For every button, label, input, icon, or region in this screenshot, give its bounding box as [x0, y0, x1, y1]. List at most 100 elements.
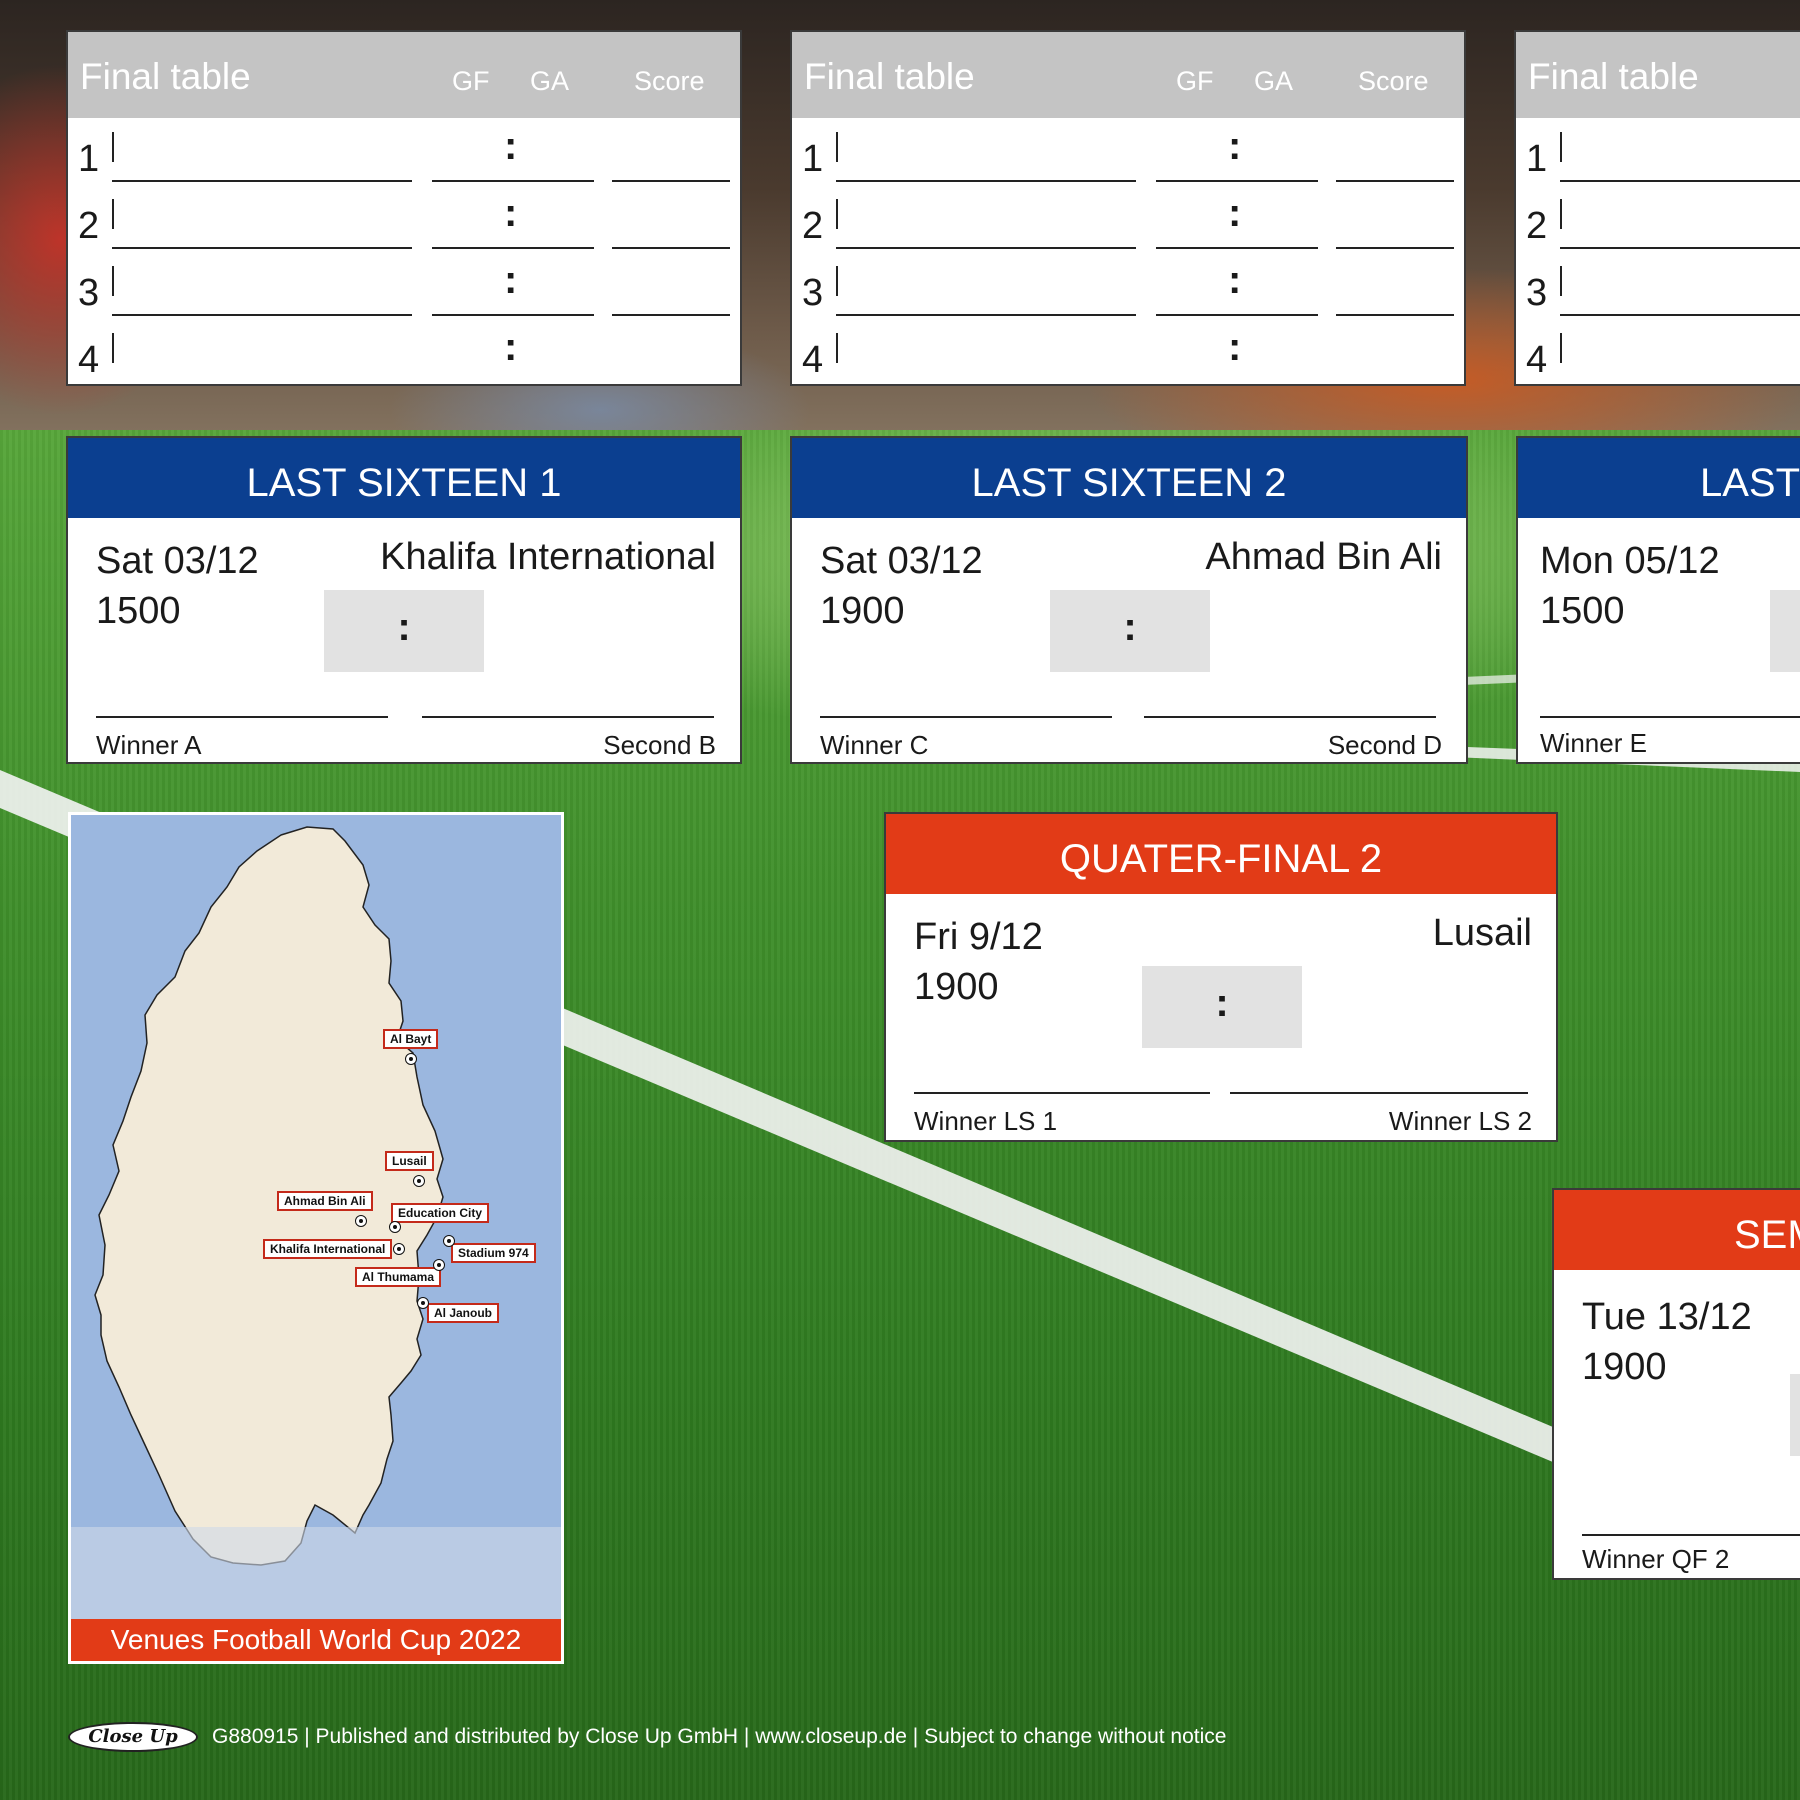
team-name-field[interactable] [836, 180, 1136, 182]
table-row[interactable]: 4 : [68, 319, 740, 384]
gf-column-header: GF [452, 66, 490, 96]
table-row[interactable]: 1 : [68, 118, 740, 185]
venue-label: Khalifa International [263, 1239, 393, 1259]
score-field[interactable] [612, 314, 730, 316]
goals-separator: : [1228, 258, 1242, 302]
goals-field[interactable] [432, 314, 594, 316]
football-icon [405, 1053, 417, 1065]
score-box[interactable] [1770, 590, 1800, 672]
goals-field[interactable] [1156, 314, 1318, 316]
goals-separator: : [504, 258, 518, 302]
team-name-field[interactable] [836, 247, 1136, 249]
score-field[interactable] [1336, 314, 1454, 316]
rank-number: 3 [78, 272, 100, 314]
goals-field[interactable] [1156, 247, 1318, 249]
match-datetime: Tue 13/12 1900 [1582, 1292, 1752, 1392]
last-sixteen-2-card: LAST SIXTEEN 2 Sat 03/12 1900 Ahmad Bin … [790, 436, 1468, 764]
score-box[interactable]: : [1050, 590, 1210, 672]
rank-number: 1 [1526, 138, 1548, 180]
team-right-field[interactable] [1230, 1092, 1528, 1094]
table-row[interactable]: 1 [1516, 118, 1800, 185]
score-field[interactable] [612, 247, 730, 249]
team-name-field[interactable] [112, 314, 412, 316]
goals-separator: : [1228, 124, 1242, 168]
football-icon [417, 1297, 429, 1309]
match-time: 1900 [914, 966, 999, 1008]
match-venue: Ahmad Bin Ali [1205, 536, 1442, 578]
match-time: 1500 [96, 590, 181, 632]
table-row[interactable]: 3 : [68, 252, 740, 319]
table-row[interactable]: 4 [1516, 319, 1800, 384]
team-right-label: Second B [603, 730, 716, 760]
final-table-3: Final table 1 2 3 4 [1514, 30, 1800, 386]
venue-label: Education City [391, 1203, 490, 1223]
rank-number: 1 [802, 138, 824, 180]
team-name-field[interactable] [1560, 180, 1800, 182]
score-box[interactable]: : [324, 590, 484, 672]
score-box[interactable]: : [1142, 966, 1302, 1048]
team-left-label: Winner QF 2 [1582, 1544, 1730, 1574]
table-row[interactable]: 1 : [792, 118, 1464, 185]
team-left-field[interactable] [1540, 716, 1800, 718]
team-left-label: Winner C [820, 730, 929, 760]
goals-field[interactable] [432, 180, 594, 182]
score-field[interactable] [1336, 180, 1454, 182]
goals-separator: : [1228, 325, 1242, 369]
final-table-title: Final table [804, 56, 975, 97]
team-left-field[interactable] [96, 716, 388, 718]
venues-map: Al Bayt Lusail Ahmad Bin Ali Education C… [68, 812, 564, 1664]
score-field[interactable] [1336, 247, 1454, 249]
match-date: Sat 03/12 [96, 540, 259, 582]
football-icon [413, 1175, 425, 1187]
team-left-field[interactable] [1582, 1534, 1800, 1536]
team-name-field[interactable] [112, 180, 412, 182]
table-row[interactable]: 2 : [68, 185, 740, 252]
table-row[interactable]: 3 : [792, 252, 1464, 319]
football-icon [433, 1259, 445, 1271]
semi-final-card: SEM Tue 13/12 1900 Winner QF 2 [1552, 1188, 1800, 1580]
close-up-logo: Close Up [68, 1722, 198, 1752]
venue-label: Lusail [385, 1151, 434, 1171]
table-row[interactable]: 4 : [792, 319, 1464, 384]
table-row[interactable]: 2 : [792, 185, 1464, 252]
goals-field[interactable] [1156, 180, 1318, 182]
venue-label: Ahmad Bin Ali [277, 1191, 373, 1211]
team-name-field[interactable] [836, 314, 1136, 316]
rank-number: 3 [1526, 272, 1548, 314]
gf-column-header: GF [1176, 66, 1214, 96]
rank-number: 2 [802, 205, 824, 247]
final-table-header: Final table GF GA Score [792, 32, 1464, 118]
qatar-landmass [94, 826, 444, 1566]
match-title: LAST SIXTEEN 2 [792, 438, 1466, 518]
final-table-1: Final table GF GA Score 1 : 2 : 3 : 4 : [66, 30, 742, 386]
venue-label: Al Bayt [383, 1029, 439, 1049]
table-row[interactable]: 2 [1516, 185, 1800, 252]
match-venue: Lusail [1432, 912, 1532, 954]
rank-number: 2 [78, 205, 100, 247]
football-icon [443, 1235, 455, 1247]
score-field[interactable] [612, 180, 730, 182]
team-right-label: Second D [1327, 730, 1442, 760]
match-time: 1900 [820, 590, 905, 632]
last-sixteen-1-card: LAST SIXTEEN 1 Sat 03/12 1500 Khalifa In… [66, 436, 742, 764]
team-left-field[interactable] [914, 1092, 1210, 1094]
venue-label: Al Thumama [355, 1267, 442, 1287]
match-time: 1900 [1582, 1346, 1667, 1388]
team-name-field[interactable] [1560, 314, 1800, 316]
score-box[interactable] [1790, 1374, 1800, 1456]
final-table-title: Final table [1528, 56, 1699, 97]
match-datetime: Fri 9/12 1900 [914, 912, 1043, 1012]
team-name-field[interactable] [112, 247, 412, 249]
goals-separator: : [504, 191, 518, 235]
team-right-field[interactable] [422, 716, 714, 718]
table-row[interactable]: 3 [1516, 252, 1800, 319]
goals-separator: : [504, 124, 518, 168]
team-right-field[interactable] [1144, 716, 1436, 718]
football-icon [355, 1215, 367, 1227]
match-venue: Khalifa International [380, 536, 716, 578]
goals-field[interactable] [432, 247, 594, 249]
last-sixteen-3-card: LAST Mon 05/12 1500 Winner E [1516, 436, 1800, 764]
team-left-field[interactable] [820, 716, 1112, 718]
team-name-field[interactable] [1560, 247, 1800, 249]
match-title: LAST [1518, 438, 1800, 518]
